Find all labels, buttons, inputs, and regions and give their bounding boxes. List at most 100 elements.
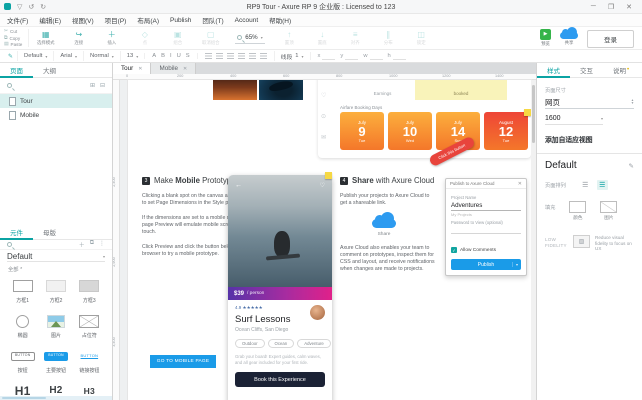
page-width-input[interactable]: 1600▾ [545,112,603,125]
widget-style-select[interactable]: Default▾ [17,51,53,61]
tab-masters[interactable]: 母版 [33,225,66,240]
add-folder-icon[interactable]: ⊟ [100,82,105,89]
toolbar-button[interactable]: ≡ 对齐 [339,30,372,46]
toolbar-button[interactable]: ▣ 组合 [161,30,194,46]
widget-item[interactable]: 图片 [39,313,72,339]
book-experience-button[interactable]: Book this Experience [235,372,325,387]
coordinate-input[interactable] [393,52,406,60]
phone-mockup[interactable]: ← ♡ $39 / person 4.9 ★★★★★ Surf Lessons … [228,175,332,400]
page-tree-item[interactable]: Tour [0,94,112,108]
canvas-tab[interactable]: Tour ✕ [113,63,151,74]
coordinate-input[interactable] [322,52,335,60]
font-select[interactable]: Arial▾ [53,51,83,61]
edit-style-icon[interactable]: ✎ [629,162,634,170]
menu-item[interactable]: 视图(V) [72,15,94,25]
line-width-select[interactable]: 线段1▾ [274,51,310,61]
align-bottom-icon[interactable] [260,53,267,59]
publish-dialog[interactable]: Publish to Axure Cloud ✕ Project Name Ad… [445,178,527,276]
maximize-button[interactable]: ❐ [608,3,614,11]
low-fidelity-toggle[interactable]: ▨ [573,235,590,248]
underline-button[interactable]: U [177,53,181,59]
share-button[interactable]: 共享 [560,29,578,46]
toolbar-button[interactable]: ▢ 取消组合 [194,30,227,46]
redo-icon[interactable]: ↻ [40,3,46,11]
align-middle-icon[interactable] [249,53,256,59]
widget-item[interactable]: BUTTON 主要按钮 [39,348,72,374]
toolbar-button[interactable]: ↓ 置底 [306,30,339,46]
add-page-icon[interactable]: ⊞ [90,82,95,89]
align-top-icon[interactable] [238,53,245,59]
clipboard-button[interactable]: ▤ Paste [4,42,22,47]
page-align-left-icon[interactable]: ☰ [580,180,591,190]
publish-button[interactable]: Publish ▾ [451,259,521,270]
menu-item[interactable]: 文件(F) [7,15,28,25]
toolbar-button[interactable]: ＋ 插入 [95,30,128,46]
widget-item[interactable]: BUTTON 按钮 [6,348,39,374]
go-to-mobile-button[interactable]: GO TO MOBILE PAGE [150,355,216,368]
date-tile[interactable]: July 10 Wed [388,112,432,150]
date-tile[interactable]: August 12 Tue [484,112,528,150]
close-tab-icon[interactable]: ✕ [183,66,187,72]
preview-button[interactable]: ▶ 预览 [540,29,551,47]
coordinate-input[interactable] [370,52,383,60]
align-left-icon[interactable] [205,53,212,59]
library-select[interactable]: Default▾ [7,252,105,262]
widget-item[interactable]: 方框1 [6,278,39,304]
whale-photo[interactable] [259,80,303,100]
toolbar-button[interactable]: ∥ 分布 [372,30,405,46]
minimize-button[interactable]: ─ [591,3,596,11]
add-library-icon[interactable]: ＋ [79,240,85,249]
strikethrough-button[interactable]: S [186,53,190,59]
menu-item[interactable]: Publish [170,17,191,24]
bold-button[interactable]: B [161,53,165,59]
style-edit-icon[interactable]: ✎ [4,53,17,60]
page-size-select[interactable]: 网页 ▲▼ [545,96,634,109]
tab-style[interactable]: 样式 [537,63,570,78]
menu-item[interactable]: 帮助(H) [269,15,291,25]
clipboard-button[interactable]: ✂ Cut [4,29,22,34]
save-icon[interactable]: ▽ [17,3,22,11]
widget-item[interactable]: BUTTON 链接按钮 [73,348,106,374]
close-tab-icon[interactable]: ✕ [138,66,142,72]
undo-icon[interactable]: ↺ [28,3,34,11]
tab-outline[interactable]: 大纲 [33,63,66,78]
widget-item[interactable]: 椭圆 [6,313,39,339]
canvas-tab[interactable]: Mobile ✕ [151,63,196,74]
menu-item[interactable]: 编辑(E) [39,15,61,25]
more-options-icon[interactable]: ⋮ [99,240,105,249]
library-folder-icon[interactable]: ⧉ [90,240,94,249]
widget-item[interactable]: 占位符 [73,313,106,339]
menu-item[interactable]: Account [235,17,259,24]
font-size-select[interactable]: 13▾ [120,51,144,61]
horizontal-scrollbar[interactable] [0,396,112,400]
tab-notes[interactable]: 说明• [603,63,639,78]
toolbar-button[interactable]: ↪ 连接 [62,30,95,46]
page-tree-item[interactable]: Mobile [0,108,112,122]
font-weight-select[interactable]: Normal▾ [83,51,120,61]
vertical-scrollbar[interactable] [531,80,536,400]
artboard[interactable]: ♡⊙✉ Earnings booked Airfare Booking Days… [128,80,531,400]
tab-widgets[interactable]: 元件 [0,225,33,240]
align-right-icon[interactable] [227,53,234,59]
toolbar-button[interactable]: ↑ 置顶 [273,30,306,46]
fill-image-swatch[interactable] [600,201,617,213]
widget-item[interactable]: 方框2 [39,278,72,304]
widget-item[interactable]: 方框3 [73,278,106,304]
canvas-area[interactable]: Tour ✕ Mobile ✕ 020040060080010001200140… [113,63,536,400]
italic-button[interactable]: I [170,53,172,59]
fill-color-swatch[interactable] [569,201,586,213]
tab-pages[interactable]: 页面 [0,63,33,78]
menu-item[interactable]: 项目(P) [105,15,127,25]
menu-item[interactable]: 布局(A) [137,15,159,25]
font-color-button[interactable]: A [152,53,156,59]
palm-sunset-photo[interactable] [213,80,257,100]
tab-interactions[interactable]: 交互 [570,63,603,78]
add-adaptive-views-link[interactable]: 添加自适应视图 [545,134,634,144]
booking-card[interactable]: ♡⊙✉ Earnings booked Airfare Booking Days… [318,80,531,158]
page-align-center-icon[interactable]: ☰ [597,180,608,190]
toolbar-button[interactable]: ◫ 锁定 [405,30,438,46]
coordinate-input[interactable] [345,52,358,60]
close-button[interactable]: ✕ [626,3,632,11]
clipboard-button[interactable]: ⧉ Copy [4,35,22,41]
login-button[interactable]: 登录 [587,30,634,48]
